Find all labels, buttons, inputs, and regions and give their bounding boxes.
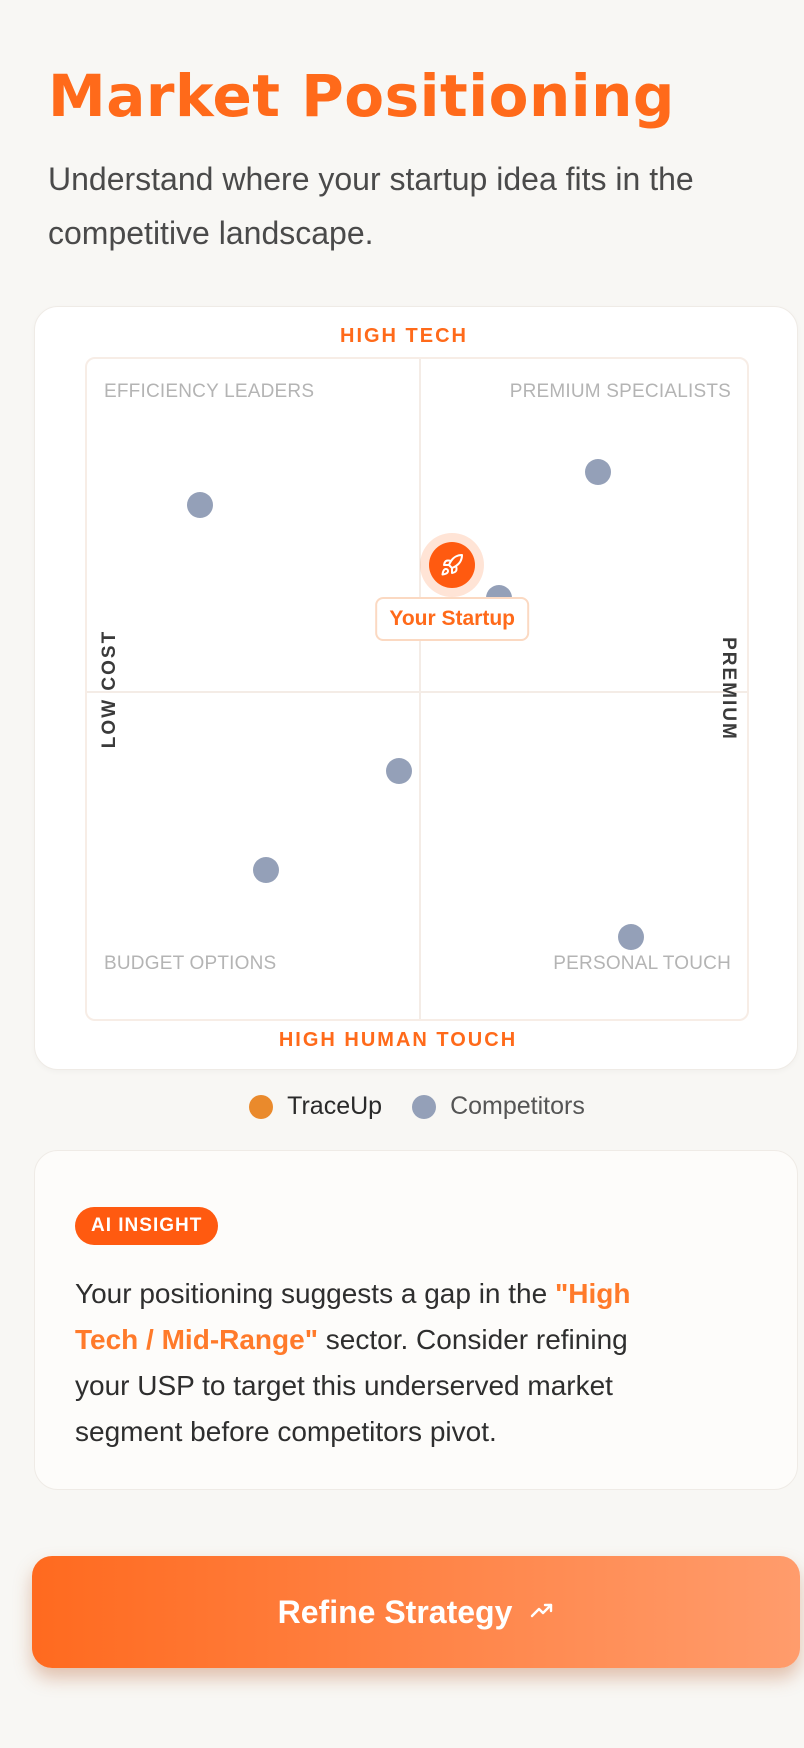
axis-label-top: HIGH TECH — [340, 325, 468, 347]
refine-strategy-button[interactable]: Refine Strategy — [32, 1556, 800, 1668]
competitor-point[interactable] — [386, 757, 413, 784]
legend-item-traceup: TraceUp — [249, 1092, 382, 1121]
ai-insight-text: Your positioning suggests a gap in the "… — [75, 1271, 665, 1455]
horizontal-divider — [87, 691, 747, 693]
legend-dot-traceup — [249, 1094, 274, 1119]
your-startup-point[interactable] — [420, 532, 485, 597]
legend-label-competitors: Competitors — [450, 1092, 585, 1120]
quadrant-label-premium-specialists: PREMIUM SPECIALISTS — [509, 381, 731, 402]
refine-strategy-label: Refine Strategy — [277, 1593, 513, 1630]
competitor-point[interactable] — [253, 857, 280, 884]
quadrant-label-budget-options: BUDGET OPTIONS — [104, 953, 277, 974]
legend-label-traceup: TraceUp — [287, 1092, 383, 1120]
your-startup-label: Your Startup — [375, 596, 529, 641]
competitor-point[interactable] — [618, 923, 645, 950]
ai-insight-badge: AI INSIGHT — [75, 1207, 219, 1245]
legend-item-competitors: Competitors — [412, 1092, 585, 1121]
page-title: Market Positioning — [48, 62, 675, 130]
trending-up-icon — [530, 1594, 554, 1631]
quadrant-label-efficiency-leaders: EFFICIENCY LEADERS — [104, 381, 315, 402]
competitor-point[interactable] — [186, 492, 213, 519]
vertical-divider — [419, 359, 421, 1019]
positioning-plot: EFFICIENCY LEADERS PREMIUM SPECIALISTS B… — [85, 357, 749, 1021]
axis-label-bottom: HIGH HUMAN TOUCH — [278, 1029, 518, 1051]
quadrant-label-personal-touch: PERSONAL TOUCH — [553, 953, 731, 974]
rocket-icon — [441, 553, 464, 576]
axis-label-left: LOW COST — [99, 629, 120, 749]
page-subtitle: Understand where your startup idea fits … — [48, 161, 694, 251]
axis-label-right: PREMIUM — [718, 637, 739, 741]
insight-text-before: Your positioning suggests a gap in the — [75, 1278, 555, 1309]
startup-marker-core — [429, 541, 476, 588]
positioning-chart-card: HIGH TECH EFFICIENCY LEADERS PREMIUM SPE… — [34, 306, 798, 1070]
legend-dot-competitors — [412, 1094, 437, 1119]
ai-insight-card: AI INSIGHT Your positioning suggests a g… — [34, 1150, 798, 1490]
competitor-point[interactable] — [585, 458, 612, 485]
chart-legend: TraceUp Competitors — [0, 1092, 804, 1121]
